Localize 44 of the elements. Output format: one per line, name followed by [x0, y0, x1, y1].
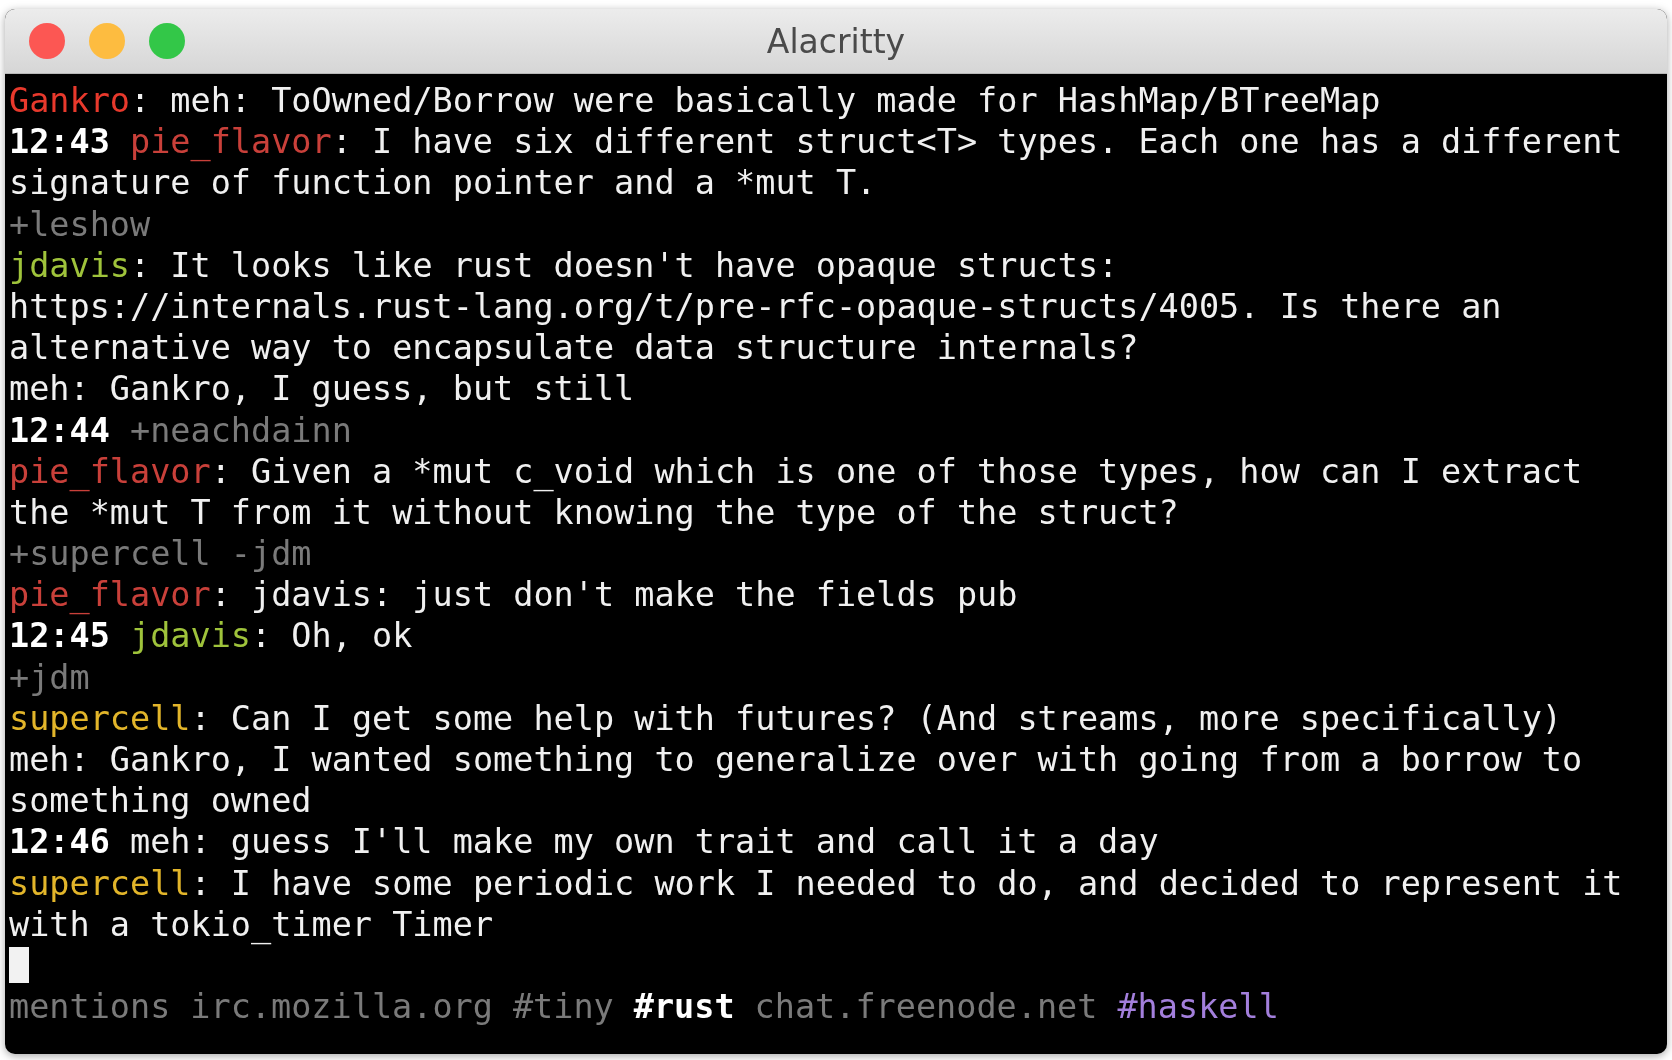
message-text: : jdavis: just don't make the fields pub [210, 575, 1018, 615]
message-text: : Can I get some help with futures? (And streams, more specifically) [190, 698, 1562, 738]
nickname: pie_flavor [130, 122, 332, 162]
timestamp: 12:46 [9, 822, 110, 862]
timestamp: 12:44 [9, 410, 110, 450]
message-text: : Given a *mut c_void which is one of those types, how can I extract [210, 451, 1583, 491]
close-button[interactable] [29, 23, 65, 59]
channel-tab[interactable]: irc.mozilla.org [190, 986, 493, 1028]
message-text: alternative way to encapsulate data structure internals? [9, 328, 1139, 368]
channel-tab[interactable]: #haskell [1117, 986, 1279, 1028]
channel-tab[interactable]: chat.freenode.net [754, 986, 1098, 1028]
join-part-event: +leshow [9, 204, 151, 244]
message-text: something owned [9, 781, 312, 821]
message-text: : It looks like rust doesn't have opaque structs: [130, 245, 1119, 285]
message-text: : meh: ToOwned/Borrow were basically made for HashMap/BTreeMap [130, 81, 1381, 120]
message-text: the *mut T from it without knowing the type of the struct? [9, 492, 1179, 532]
join-part-event: +supercell -jdm [9, 534, 312, 574]
message-text: meh: Gankro, I guess, but still [9, 369, 635, 409]
nickname: jdavis [9, 245, 130, 285]
message-text: https://internals.rust-lang.org/t/pre-rfc-opaque-structs/4005. Is there an [9, 286, 1502, 326]
channel-tab[interactable]: #tiny [512, 986, 614, 1028]
nickname: supercell [9, 698, 191, 738]
message-text: : I have some periodic work I needed to do, and decided to represent it [190, 863, 1623, 903]
message-text: : I have six different struct<T> types. Each one has a different [331, 122, 1623, 162]
message-text: with a tokio_timer Timer [9, 904, 494, 944]
message-text: meh: Gankro, I wanted something to generalize over with going from a borrow to [9, 740, 1583, 779]
nickname: supercell [9, 863, 191, 903]
nickname: jdavis [130, 616, 251, 656]
message-text: : Oh, ok [251, 616, 413, 656]
zoom-button[interactable] [149, 23, 185, 59]
nickname: pie_flavor [9, 575, 211, 615]
join-part-event: +jdm [9, 657, 90, 697]
timestamp: 12:45 [9, 616, 110, 656]
message-text: meh: guess I'll make my own trait and call it a day [130, 822, 1159, 862]
minimize-button[interactable] [89, 23, 125, 59]
channel-tab[interactable]: mentions [9, 986, 171, 1028]
nickname: pie_flavor [9, 451, 211, 491]
timestamp: 12:43 [9, 122, 110, 162]
window-title: Alacritty [766, 21, 906, 61]
message-text: signature of function pointer and a *mut T. [9, 163, 877, 203]
nickname: Gankro [9, 81, 130, 120]
cursor [9, 946, 29, 983]
join-part-event: +neachdainn [130, 410, 352, 450]
channel-tab[interactable]: #rust [633, 986, 735, 1028]
